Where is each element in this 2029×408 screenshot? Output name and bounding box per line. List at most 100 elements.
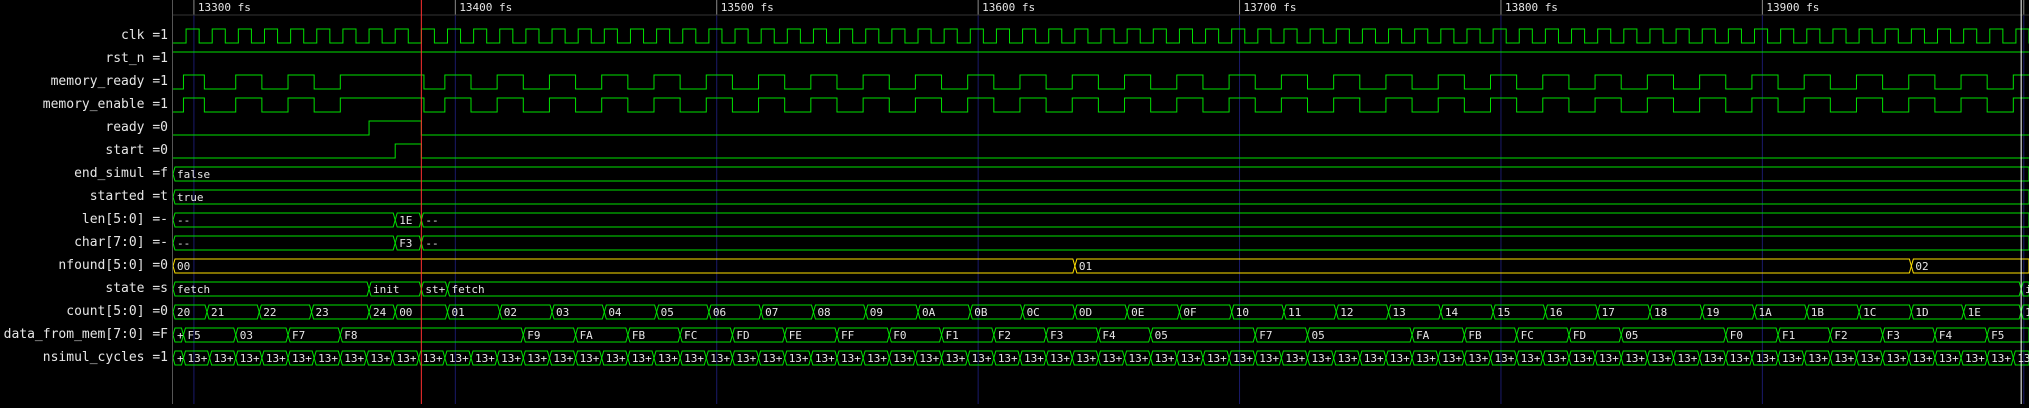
bus-value-label: F0 bbox=[1730, 329, 1743, 342]
bus-value-label: 07 bbox=[765, 306, 778, 319]
signal-name[interactable]: data_from_mem[7:0] =F bbox=[4, 328, 168, 342]
signal-name[interactable]: memory_ready =1 bbox=[51, 75, 168, 89]
bus-value-label: 13+ bbox=[2017, 352, 2029, 365]
signal-name-panel: clk =1 rst_n =1 memory_ready =1 memory_enab… bbox=[0, 0, 172, 404]
bus-value-label: 13+ bbox=[998, 352, 1018, 365]
bus-value-label: 13+ bbox=[867, 352, 887, 365]
bus-value-label: F8 bbox=[344, 329, 357, 342]
bus-value-label: 13+ bbox=[397, 352, 417, 365]
bus-value-label: 13+ bbox=[370, 352, 390, 365]
bus-value-label: 13+ bbox=[946, 352, 966, 365]
time-tick-label: 13500 fs bbox=[721, 1, 774, 14]
waveform-area[interactable]: 13300 fs 13400 fs 13500 fs 13600 fs 13700 fs… bbox=[172, 0, 2029, 404]
bus-value-label: 13+ bbox=[658, 352, 678, 365]
bus-value-label: 13+ bbox=[789, 352, 809, 365]
bus-value-label: 23 bbox=[316, 306, 329, 319]
time-tick-label: 13300 fs bbox=[198, 1, 251, 14]
time-tick-label: 13400 fs bbox=[459, 1, 512, 14]
bus-value-label: F5 bbox=[187, 329, 200, 342]
bus-value-label: -- bbox=[177, 237, 190, 250]
bus-value-label: 08 bbox=[817, 306, 830, 319]
bus-value-label: 13+ bbox=[553, 352, 573, 365]
bus-value-label: 13+ bbox=[1573, 352, 1593, 365]
bus-value-label: 13+ bbox=[632, 352, 652, 365]
bus-value-label: 13+ bbox=[1468, 352, 1488, 365]
bus-value-label: 13+ bbox=[1129, 352, 1149, 365]
bus-value-label: 17 bbox=[1602, 306, 1615, 319]
bus-value-label: FB bbox=[1468, 329, 1482, 342]
bus-value-label: 13+ bbox=[292, 352, 312, 365]
bus-value-label: 13+ bbox=[1704, 352, 1724, 365]
bus-value-label: 13+ bbox=[1364, 352, 1384, 365]
bus-value-label: + bbox=[177, 352, 184, 365]
bus-value-label: 13+ bbox=[423, 352, 443, 365]
signal-name[interactable]: end_simul =f bbox=[74, 167, 168, 181]
bus-value-label: 13+ bbox=[240, 352, 260, 365]
bus-value-label: F2 bbox=[1834, 329, 1847, 342]
bus-value-label: 1A bbox=[1759, 306, 1773, 319]
bus-value-label: 05 bbox=[1625, 329, 1638, 342]
bus-value-label: 13+ bbox=[1991, 352, 2011, 365]
bus-value-label: 13+ bbox=[919, 352, 939, 365]
signal-name[interactable]: len[5:0] =- bbox=[82, 213, 168, 227]
bus-value-label: F5 bbox=[1991, 329, 2004, 342]
bus-value-label: fetch bbox=[177, 283, 210, 296]
bus-value-label: 15 bbox=[1497, 306, 1510, 319]
bus-value-label: F2 bbox=[998, 329, 1011, 342]
bus-value-label: 13+ bbox=[1913, 352, 1933, 365]
bus-value-label: 19 bbox=[1706, 306, 1719, 319]
bus-value-label: 13+ bbox=[1102, 352, 1122, 365]
bus-value-label: 13+ bbox=[1965, 352, 1985, 365]
signal-name[interactable]: ready =0 bbox=[105, 121, 168, 135]
bus-value-label: 13+ bbox=[1808, 352, 1828, 365]
signal-name[interactable]: state =s bbox=[105, 282, 168, 296]
signal-name[interactable]: count[5:0] =0 bbox=[66, 305, 168, 319]
signal-name[interactable]: nfound[5:0] =0 bbox=[58, 259, 168, 273]
bus-value-label: F4 bbox=[1939, 329, 1953, 342]
bus-value-label: -- bbox=[425, 214, 438, 227]
bus-value-label: 13+ bbox=[1625, 352, 1645, 365]
bus-value-label: 13+ bbox=[972, 352, 992, 365]
bus-value-label: 13+ bbox=[1259, 352, 1279, 365]
signal-name[interactable]: char[7:0] =- bbox=[74, 236, 168, 250]
bus-value-label: 13+ bbox=[1939, 352, 1959, 365]
bus-value-label: 00 bbox=[177, 260, 190, 273]
signal-name[interactable]: clk =1 bbox=[121, 29, 168, 43]
time-tick-label: 13600 fs bbox=[982, 1, 1035, 14]
signal-name[interactable]: memory_enable =1 bbox=[43, 98, 168, 112]
bus-value-label: init bbox=[373, 283, 400, 296]
bus-value-label: F7 bbox=[1259, 329, 1272, 342]
bus-value-label: 13+ bbox=[344, 352, 364, 365]
bus-value-label: 13+ bbox=[1312, 352, 1332, 365]
bus-value-label: FD bbox=[1573, 329, 1586, 342]
bus-value-label: 01 bbox=[451, 306, 464, 319]
bus-value-label: 13+ bbox=[736, 352, 756, 365]
bus-value-label: 13+ bbox=[684, 352, 704, 365]
bus-value-label: F1 bbox=[946, 329, 959, 342]
bus-value-label: 13+ bbox=[763, 352, 783, 365]
bus-value-label: F3 bbox=[1050, 329, 1063, 342]
bus-value-label: 13+ bbox=[1155, 352, 1175, 365]
signal-name[interactable]: started =t bbox=[90, 190, 168, 204]
bus-value-label: fetch bbox=[451, 283, 484, 296]
bus-value-label: 13+ bbox=[318, 352, 338, 365]
waveform-background bbox=[173, 0, 2029, 404]
waveform-viewer: clk =1 rst_n =1 memory_ready =1 memory_enab… bbox=[0, 0, 2029, 404]
bus-value-label: 13+ bbox=[1677, 352, 1697, 365]
bus-value-label: F0 bbox=[893, 329, 906, 342]
bus-value-label: 13+ bbox=[1756, 352, 1776, 365]
signal-name[interactable]: start =0 bbox=[105, 144, 168, 158]
time-tick-label: 13800 fs bbox=[1505, 1, 1558, 14]
bus-value-label: F1 bbox=[1782, 329, 1795, 342]
signal-name[interactable]: nsimul_cycles =1 bbox=[43, 351, 168, 365]
waveform-canvas[interactable]: 13300 fs 13400 fs 13500 fs 13600 fs 13700 fs… bbox=[172, 0, 2029, 404]
bus-value-label: F7 bbox=[292, 329, 305, 342]
bus-value-label: 01 bbox=[1079, 260, 1092, 273]
bus-value-label: 13+ bbox=[1730, 352, 1750, 365]
bus-value-label: 13+ bbox=[1338, 352, 1358, 365]
bus-value-label: 13+ bbox=[1076, 352, 1096, 365]
bus-value-label: 13+ bbox=[1521, 352, 1541, 365]
bus-value-label: 13 bbox=[1393, 306, 1406, 319]
signal-name[interactable]: rst_n =1 bbox=[105, 52, 168, 66]
bus-value-label: 13+ bbox=[1285, 352, 1305, 365]
